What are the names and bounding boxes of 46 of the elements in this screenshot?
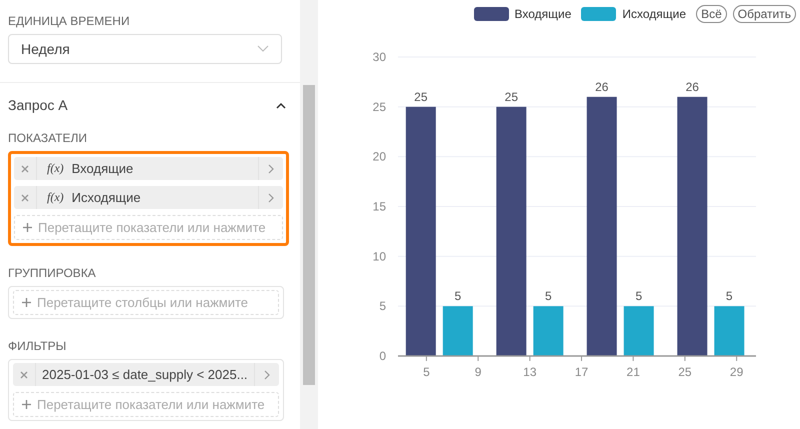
y-tick-label: 20 — [372, 150, 386, 164]
legend-button[interactable]: Обратить — [732, 5, 796, 23]
x-tick-label: 9 — [474, 365, 482, 379]
y-tick-label: 5 — [379, 299, 386, 314]
y-tick-label: 25 — [372, 100, 386, 114]
scrollbar[interactable] — [300, 0, 318, 429]
y-tick-label: 0 — [379, 349, 386, 363]
chevron-down-icon — [257, 45, 269, 53]
plus-icon — [22, 298, 31, 307]
bar-value-label: 5 — [544, 289, 552, 304]
section-label: ЕДИНИЦА ВРЕМЕНИ — [8, 14, 131, 28]
filter-chip[interactable]: 2025-01-03 ≤ date_supply < 2025... — [13, 363, 279, 386]
section-label: ФИЛЬТРЫ — [8, 339, 68, 353]
add-hint: Перетащите показатели или нажмите — [38, 220, 266, 235]
x-tick-label: 25 — [678, 365, 692, 379]
x-tick-label: 21 — [626, 365, 640, 379]
bar-value-label: 25 — [504, 90, 518, 104]
legend-button[interactable]: Всё — [696, 5, 727, 23]
legend-item[interactable]: Исходящие — [581, 7, 686, 21]
x-tick-label: 29 — [730, 365, 744, 379]
time-unit-select[interactable]: Неделя — [8, 34, 282, 64]
query-title: Запрос A — [8, 97, 68, 113]
x-tick-label: 13 — [523, 365, 536, 379]
x-tick-label: 17 — [574, 365, 588, 379]
add-hint: Перетащите показатели или нажмите — [37, 397, 265, 412]
plus-icon — [22, 400, 31, 409]
section-label: ГРУППИРОВКА — [8, 266, 97, 280]
function-icon: f(x) — [47, 161, 64, 176]
metric-chip[interactable]: f(x) Входящие — [14, 157, 283, 180]
y-tick-label: 15 — [372, 200, 386, 214]
bar-value-label: 25 — [414, 90, 428, 104]
bar-value-label: 5 — [635, 289, 642, 304]
plus-icon — [23, 223, 32, 232]
metric-chip[interactable]: f(x) Исходящие — [14, 186, 283, 209]
section-label: ПОКАЗАТЕЛИ — [8, 131, 88, 145]
add-hint: Перетащите столбцы или нажмите — [37, 295, 248, 310]
legend-item[interactable]: Входящие — [474, 7, 572, 21]
caret-up-icon[interactable] — [276, 102, 286, 108]
bar-value-label: 26 — [595, 80, 608, 94]
y-tick-label: 30 — [372, 50, 386, 64]
y-tick-label: 10 — [372, 249, 386, 264]
x-tick-label: 5 — [423, 365, 430, 379]
bar-value-label: 5 — [454, 289, 462, 304]
bar-value-label: 5 — [726, 289, 733, 304]
bar-value-label: 26 — [686, 80, 699, 94]
function-icon: f(x) — [47, 190, 64, 205]
